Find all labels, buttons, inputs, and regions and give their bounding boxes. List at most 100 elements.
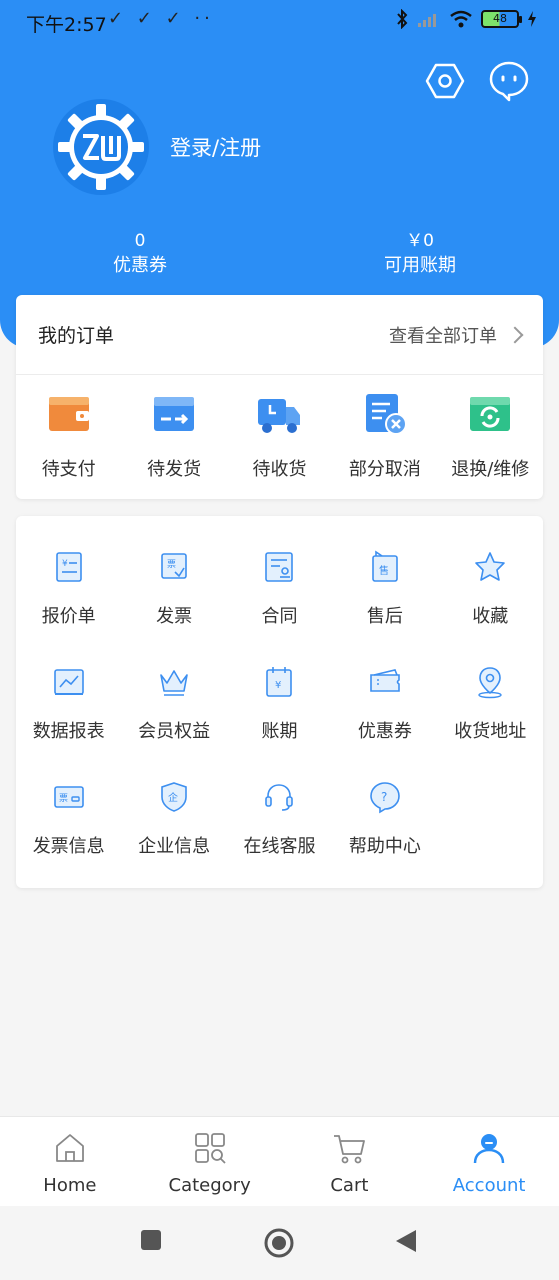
service-label: 账期	[261, 721, 298, 742]
tab-home[interactable]: Home	[0, 1117, 140, 1206]
report-chart-icon	[53, 669, 84, 695]
service-membership[interactable]: 会员权益	[121, 665, 226, 780]
category-grid-icon	[194, 1133, 226, 1164]
status-time: 下午2:57	[26, 14, 107, 36]
help-icon: ?	[370, 782, 400, 814]
tab-label: Account	[452, 1175, 526, 1196]
invoice-info-icon: 票	[53, 786, 84, 808]
order-label: 待支付	[41, 459, 96, 480]
svg-text:¥: ¥	[275, 680, 281, 691]
service-contract[interactable]: 合同	[227, 550, 332, 665]
services-row: 数据报表 会员权益 ¥ 账期 优惠券 收货地址	[16, 665, 543, 780]
services-card: ¥ 报价单 票 发票 合同 售 售后 收藏 数据报表 会员权益 ¥ 账期 优惠券…	[16, 516, 543, 888]
service-enterprise-info[interactable]: 企 企业信息	[121, 780, 226, 895]
recent-apps-button[interactable]	[139, 1228, 163, 1252]
service-label: 在线客服	[243, 836, 316, 857]
svg-text:售: 售	[379, 564, 389, 577]
order-return-repair[interactable]: 退换/维修	[438, 391, 543, 481]
service-help-center[interactable]: ? 帮助中心	[332, 780, 437, 895]
service-label: 会员权益	[138, 721, 211, 742]
service-after-sales[interactable]: 售 售后	[332, 550, 437, 665]
order-partially-cancelled[interactable]: 部分取消	[332, 391, 437, 481]
service-invoice[interactable]: 票 发票	[121, 550, 226, 665]
partial-cancel-icon	[365, 394, 407, 435]
bluetooth-icon	[397, 9, 408, 29]
headset-icon	[265, 784, 294, 811]
order-label: 部分取消	[348, 459, 421, 480]
service-invoice-info[interactable]: 票 发票信息	[16, 780, 121, 895]
crown-icon	[160, 670, 188, 696]
status-right: 48	[395, 9, 537, 29]
order-label: 退换/维修	[451, 459, 530, 480]
svg-text:?: ?	[381, 790, 387, 804]
my-orders-card: 我的订单 查看全部订单 待支付 待发货 待收货 部分取消 退换/维修	[16, 295, 543, 499]
tab-account[interactable]: Account	[419, 1117, 559, 1206]
service-credit-period[interactable]: ¥ 账期	[227, 665, 332, 780]
shipping-box-icon	[154, 397, 195, 431]
coupon-count: 0	[134, 231, 146, 251]
service-label: 数据报表	[32, 721, 105, 742]
credit-period-icon: ¥	[266, 667, 293, 697]
service-data-report[interactable]: 数据报表	[16, 665, 121, 780]
invoice-icon: 票	[161, 553, 187, 579]
notification-icons: ✓ ✓ ✓ ··	[108, 8, 214, 29]
service-label: 优惠券	[357, 721, 412, 742]
status-bar: 下午2:57 ✓ ✓ ✓ ·· 48	[0, 0, 559, 42]
service-label: 收藏	[472, 606, 509, 627]
service-label: 发票	[156, 606, 193, 627]
service-favorites[interactable]: 收藏	[438, 550, 543, 665]
settings-icon[interactable]	[424, 60, 466, 102]
order-label: 待收货	[252, 459, 307, 480]
back-nav-button[interactable]	[394, 1228, 418, 1254]
coupon-stat[interactable]: 0 优惠券	[60, 230, 220, 280]
tab-category[interactable]: Category	[140, 1117, 280, 1206]
credit-stat[interactable]: ￥0 可用账期	[340, 230, 500, 280]
order-label: 待发货	[147, 459, 202, 480]
services-row: 票 发票信息 企 企业信息 在线客服 ? 帮助中心	[16, 780, 543, 895]
service-label: 售后	[366, 606, 403, 627]
services-row: ¥ 报价单 票 发票 合同 售 售后 收藏	[16, 550, 543, 665]
contract-icon	[265, 552, 294, 582]
after-sales-icon: 售	[372, 550, 398, 582]
service-label: 报价单	[41, 606, 96, 627]
return-repair-icon	[470, 397, 511, 431]
service-label: 企业信息	[138, 836, 211, 857]
account-icon	[473, 1134, 505, 1164]
wallet-icon	[48, 397, 89, 431]
service-quotation[interactable]: ¥ 报价单	[16, 550, 121, 665]
services-grid: ¥ 报价单 票 发票 合同 售 售后 收藏 数据报表 会员权益 ¥ 账期 优惠券…	[16, 550, 543, 895]
service-coupons[interactable]: 优惠券	[332, 665, 437, 780]
coupon-icon	[370, 669, 400, 692]
view-all-orders-link[interactable]: 查看全部订单	[389, 322, 524, 348]
credit-label: 可用账期	[384, 255, 456, 276]
svg-text:企: 企	[168, 791, 178, 804]
delivery-truck-icon	[258, 399, 301, 433]
order-pending-receipt[interactable]: 待收货	[227, 391, 332, 481]
system-navigation-bar	[0, 1206, 559, 1280]
order-pending-shipment[interactable]: 待发货	[121, 391, 226, 481]
wifi-icon	[450, 10, 472, 28]
signal-icon	[418, 14, 436, 27]
tab-cart[interactable]: Cart	[280, 1117, 420, 1206]
bottom-tab-bar: Home Category Cart Account	[0, 1116, 559, 1206]
order-status-row: 待支付 待发货 待收货 部分取消 退换/维修	[16, 391, 543, 481]
coupon-label: 优惠券	[113, 255, 167, 276]
avatar[interactable]	[52, 98, 150, 196]
order-pending-payment[interactable]: 待支付	[16, 391, 121, 481]
battery-icon: 48	[481, 10, 522, 28]
service-label: 发票信息	[32, 836, 105, 857]
home-icon	[55, 1134, 84, 1162]
login-register-link[interactable]: 登录/注册	[170, 132, 261, 162]
location-pin-icon	[478, 667, 502, 699]
orders-title: 我的订单	[38, 325, 115, 347]
star-icon	[475, 552, 506, 581]
service-shipping-address[interactable]: 收货地址	[438, 665, 543, 780]
charging-icon	[528, 11, 536, 27]
message-icon[interactable]	[488, 60, 530, 102]
quotation-icon: ¥	[55, 552, 82, 582]
chevron-right-icon	[506, 326, 524, 343]
service-online-support[interactable]: 在线客服	[227, 780, 332, 895]
svg-text:¥: ¥	[62, 559, 68, 569]
home-nav-button[interactable]	[264, 1228, 294, 1258]
svg-text:票: 票	[167, 559, 176, 570]
